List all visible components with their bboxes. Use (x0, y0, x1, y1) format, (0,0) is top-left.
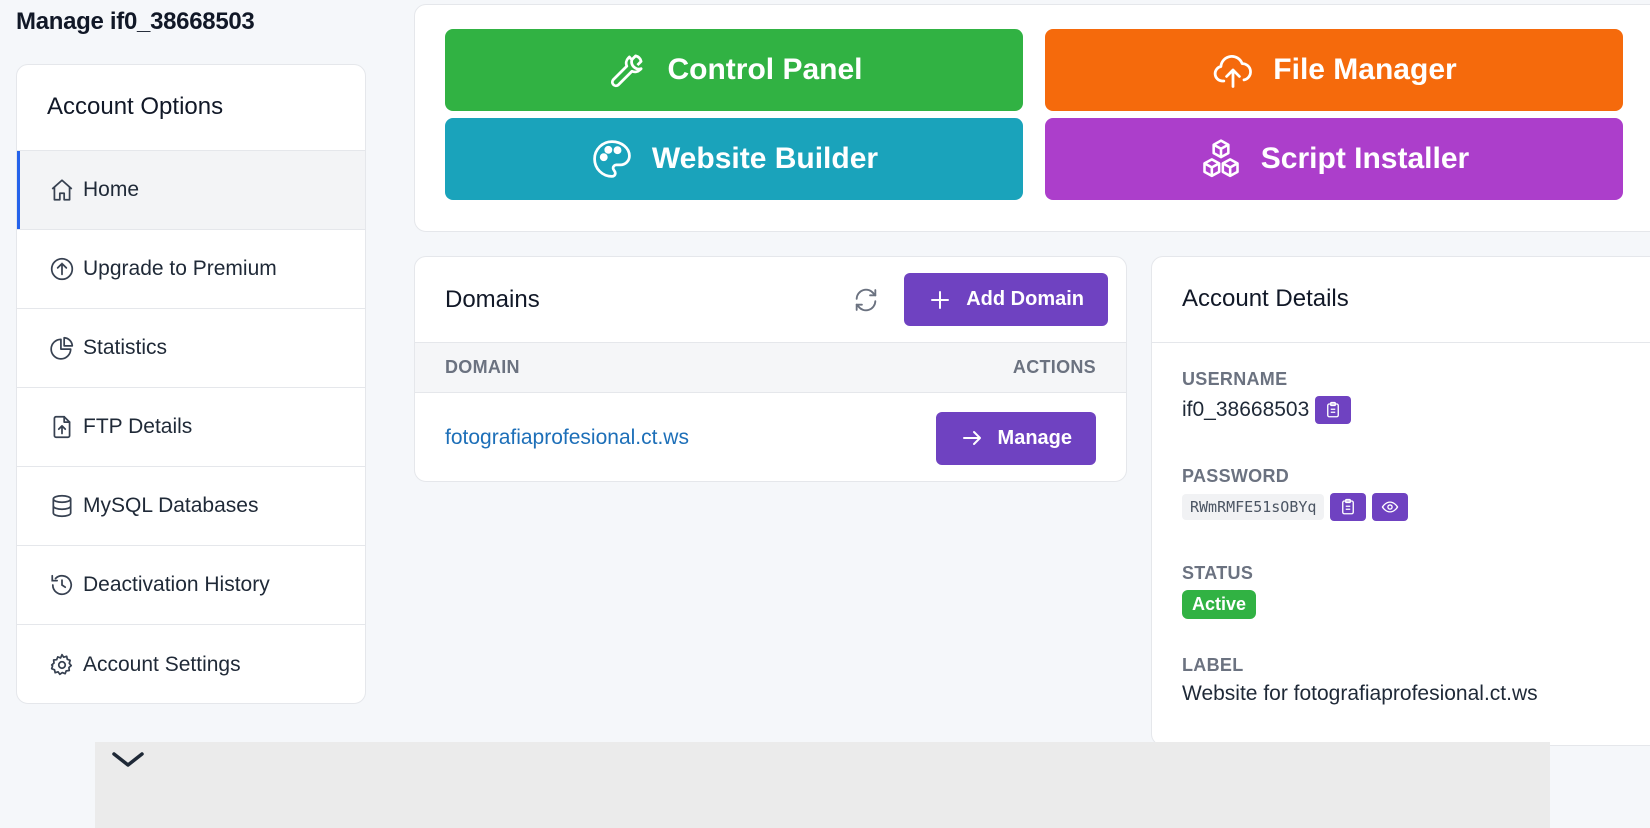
sidebar-item-upgrade[interactable]: Upgrade to Premium (17, 230, 365, 309)
manage-button[interactable]: Manage (935, 411, 1096, 465)
cloud-upload-icon (1211, 48, 1255, 92)
bottom-panel (95, 742, 1550, 828)
copy-username-button[interactable] (1315, 396, 1352, 424)
sidebar-item-account-settings[interactable]: Account Settings (17, 625, 365, 703)
plus-icon (928, 288, 952, 312)
eye-icon (1382, 501, 1399, 513)
file-upload-icon (49, 414, 75, 440)
wrench-icon (605, 48, 649, 92)
add-domain-button[interactable]: Add Domain (904, 273, 1108, 326)
palette-icon (590, 137, 634, 181)
sidebar-item-label: Home (83, 178, 140, 201)
domains-table-header: DOMAIN ACTIONS (415, 343, 1126, 393)
username-label: USERNAME (1182, 369, 1288, 389)
account-options-sidebar: Account Options Home Upgrade to Premium … (16, 64, 366, 704)
domains-card: Domains Add Domain DOMAIN ACTIONS fotogr… (414, 256, 1127, 482)
clipboard-icon (1327, 401, 1340, 418)
file-manager-button[interactable]: File Manager (1045, 29, 1623, 111)
domains-header: Domains Add Domain (415, 257, 1126, 343)
pie-chart-icon (49, 335, 75, 361)
label-block: LABEL Website for fotografiaprofesional.… (1182, 655, 1538, 706)
website-builder-button[interactable]: Website Builder (445, 118, 1023, 200)
sidebar-header: Account Options (17, 65, 365, 151)
manage-label: Manage (997, 426, 1072, 449)
copy-password-button[interactable] (1330, 493, 1367, 521)
password-block: PASSWORD RWmRMFE51sOBYq (1182, 466, 1409, 521)
password-value: RWmRMFE51sOBYq (1182, 494, 1325, 520)
column-header-actions: ACTIONS (1012, 357, 1096, 377)
domains-title: Domains (445, 285, 540, 313)
column-header-domain: DOMAIN (445, 357, 520, 377)
page-title: Manage if0_38668503 (16, 8, 255, 35)
cubes-icon (1199, 137, 1243, 181)
arrow-right-icon (960, 426, 984, 450)
status-label: STATUS (1182, 563, 1254, 583)
script-installer-button[interactable]: Script Installer (1045, 118, 1623, 200)
quick-tools-card: Control Panel File Manager Website Build… (414, 4, 1650, 232)
sidebar-item-mysql[interactable]: MySQL Databases (17, 467, 365, 546)
password-label: PASSWORD (1182, 466, 1290, 486)
sidebar-item-label: FTP Details (83, 415, 193, 438)
arrow-up-circle-icon (49, 256, 75, 282)
clipboard-icon (1342, 498, 1355, 515)
home-icon (49, 177, 75, 203)
domain-link[interactable]: fotografiaprofesional.ct.ws (445, 426, 689, 450)
script-installer-label: Script Installer (1260, 142, 1470, 175)
account-details-card: Account Details USERNAME if0_38668503 PA… (1151, 256, 1650, 746)
sidebar-item-label: Deactivation History (83, 573, 270, 596)
sidebar-item-label: MySQL Databases (83, 494, 259, 517)
chevron-down-icon[interactable] (110, 750, 146, 770)
gear-icon (49, 652, 75, 678)
table-row: fotografiaprofesional.ct.ws Manage (415, 393, 1126, 481)
username-block: USERNAME if0_38668503 (1182, 369, 1352, 424)
status-block: STATUS Active (1182, 563, 1257, 619)
sidebar-item-statistics[interactable]: Statistics (17, 309, 365, 388)
status-badge: Active (1182, 590, 1257, 619)
history-icon (49, 572, 75, 598)
username-value: if0_38668503 (1182, 398, 1310, 421)
sidebar-item-home[interactable]: Home (17, 151, 365, 230)
sidebar-item-ftp[interactable]: FTP Details (17, 388, 365, 467)
control-panel-button[interactable]: Control Panel (445, 29, 1023, 111)
refresh-icon[interactable] (852, 286, 880, 314)
label-value: Website for fotografiaprofesional.ct.ws (1182, 682, 1538, 705)
sidebar-item-deactivation-history[interactable]: Deactivation History (17, 546, 365, 625)
label-label: LABEL (1182, 655, 1244, 675)
account-details-title: Account Details (1152, 257, 1650, 343)
sidebar-item-label: Upgrade to Premium (83, 257, 277, 280)
file-manager-label: File Manager (1273, 53, 1457, 86)
show-password-button[interactable] (1372, 493, 1409, 521)
sidebar-item-label: Statistics (83, 336, 168, 359)
database-icon (49, 493, 75, 519)
control-panel-label: Control Panel (667, 53, 863, 86)
website-builder-label: Website Builder (651, 142, 879, 175)
add-domain-label: Add Domain (966, 288, 1084, 310)
sidebar-item-label: Account Settings (83, 652, 241, 676)
